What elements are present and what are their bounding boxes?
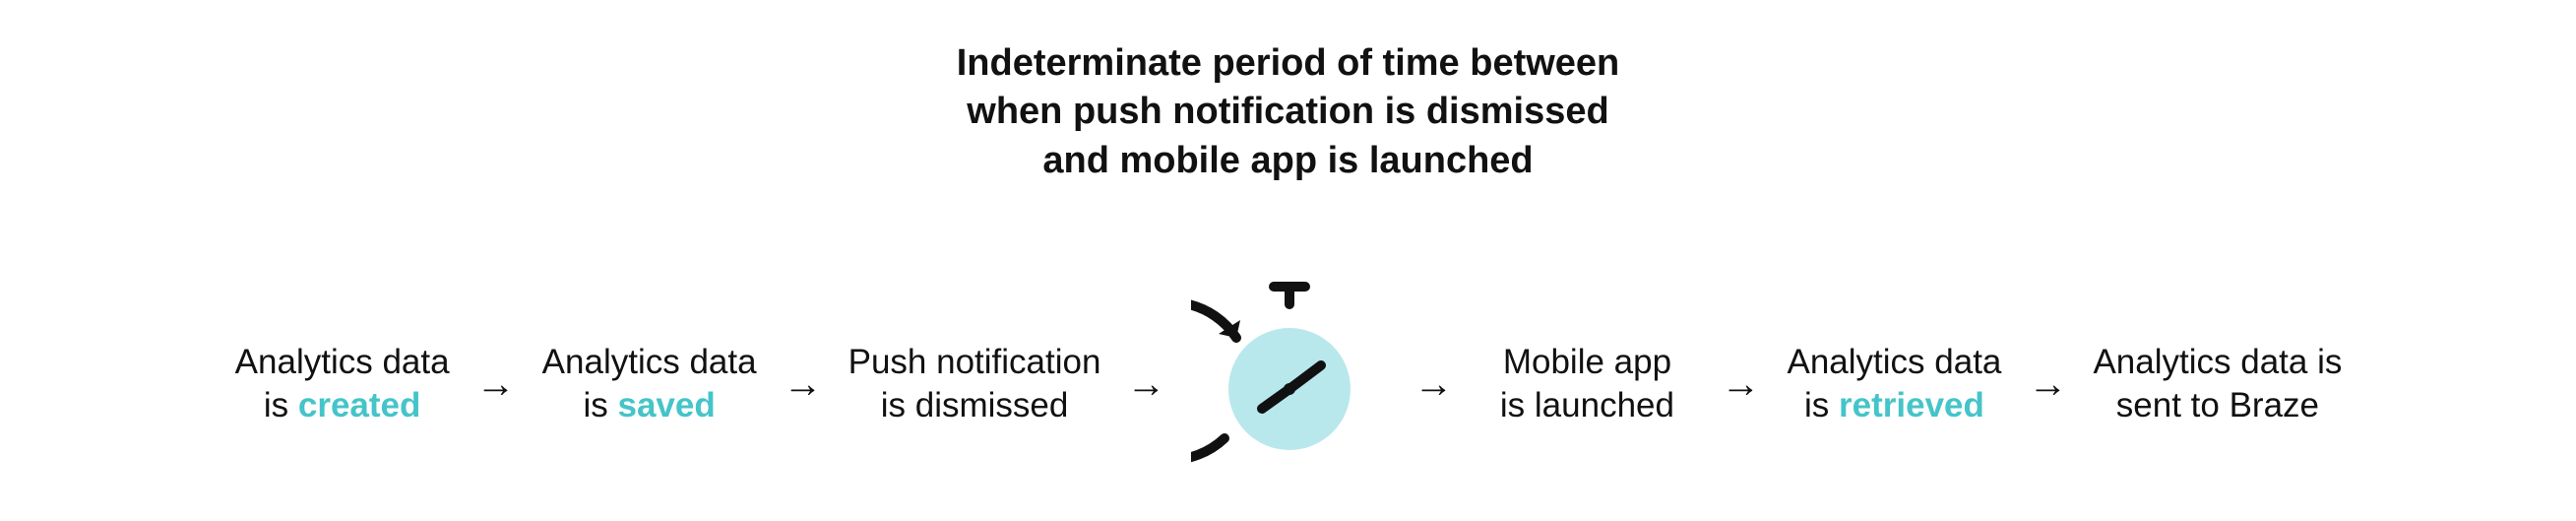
step-dismissed: Push notification is dismissed [848,341,1101,427]
caption-line-3: and mobile app is launched [0,137,2576,185]
step-sent: Analytics data is sent to Braze [2093,341,2342,427]
highlight-word: created [298,386,421,424]
step-line: is saved [541,384,758,427]
arrow-icon: → [1410,364,1457,404]
caption-line-1: Indeterminate period of time between [0,39,2576,88]
step-retrieved: Analytics data is retrieved [1786,341,2002,427]
caption-line-2: when push notification is dismissed [0,88,2576,136]
step-line: Analytics data [234,341,451,384]
step-line: is retrieved [1786,384,2002,427]
step-line: Mobile app [1478,341,1695,384]
step-line: is launched [1478,384,1695,427]
step-line: sent to Braze [2093,384,2342,427]
step-saved: Analytics data is saved [541,341,758,427]
flow-row: Analytics data is created → Analytics da… [0,266,2576,502]
highlight-word: saved [618,386,716,424]
step-line: Analytics data [1786,341,2002,384]
step-line: Analytics data [541,341,758,384]
arrow-icon: → [1717,364,1764,404]
arrow-icon: → [472,364,520,404]
step-line: is dismissed [848,384,1101,427]
stopwatch-icon [1191,281,1388,488]
step-line: is created [234,384,451,427]
step-launched: Mobile app is launched [1478,341,1695,427]
arrow-icon: → [1122,364,1169,404]
diagram-caption: Indeterminate period of time between whe… [0,39,2576,185]
step-line: Push notification [848,341,1101,384]
highlight-word: retrieved [1839,386,1984,424]
step-line: Analytics data is [2093,341,2342,384]
step-created: Analytics data is created [234,341,451,427]
arrow-icon: → [2024,364,2071,404]
arrow-icon: → [780,364,827,404]
